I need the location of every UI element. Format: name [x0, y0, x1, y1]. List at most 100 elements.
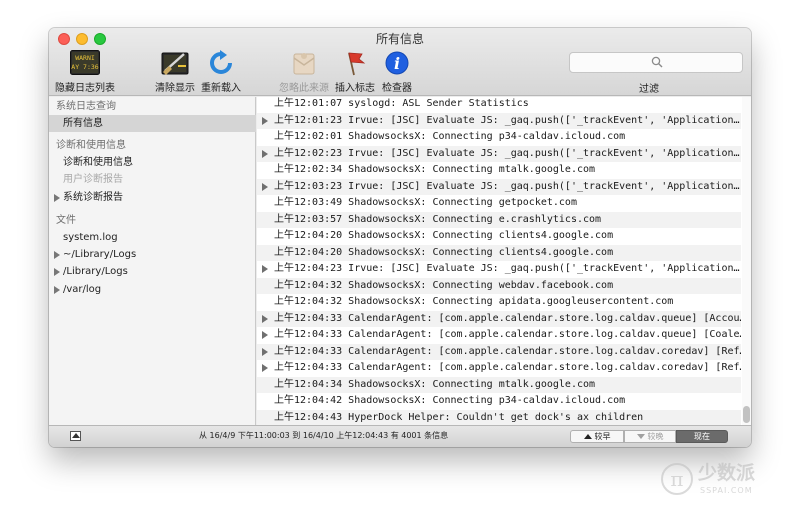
log-message-text: 上午12:01:23 Irvue: [JSC] Evaluate JS: _ga… — [274, 114, 740, 126]
reload-button[interactable]: 重新载入 — [199, 50, 243, 94]
toggle-details-button[interactable] — [70, 431, 81, 441]
log-row[interactable]: 上午12:04:23 Irvue: [JSC] Evaluate JS: _ga… — [257, 261, 741, 278]
log-message-text: 上午12:01:07 syslogd: ASL Sender Statistic… — [274, 98, 529, 109]
log-message-text: 上午12:04:33 CalendarAgent: [com.apple.cal… — [274, 329, 741, 340]
sidebar-item-all-messages[interactable]: 所有信息 — [49, 115, 256, 132]
log-row[interactable]: 上午12:03:57 ShadowsocksX: Connecting e.cr… — [257, 211, 741, 228]
sidebar-item-system-diagnostic-reports[interactable]: 系统诊断报告 — [49, 189, 256, 206]
log-message-text: 上午12:03:23 Irvue: [JSC] Evaluate JS: _ga… — [274, 180, 740, 192]
clear-display-label: 清除显示 — [155, 83, 195, 94]
log-message-text: 上午12:04:33 CalendarAgent: [com.apple.cal… — [274, 362, 741, 373]
log-message-text: 上午12:04:20 ShadowsocksX: Connecting clie… — [274, 230, 614, 241]
log-row[interactable]: 上午12:04:42 ShadowsocksX: Connecting p34-… — [257, 393, 741, 410]
sidebar-item-label: /var/log — [63, 284, 102, 295]
ignore-sender-button[interactable]: 忽略此来源 — [278, 50, 330, 94]
disclosure-triangle-icon[interactable] — [54, 268, 60, 276]
sidebar-item-user-diagnostic-reports[interactable]: 用户诊断报告 — [49, 171, 256, 188]
log-message-text: 上午12:02:01 ShadowsocksX: Connecting p34-… — [274, 131, 626, 142]
console-log-icon: WARNI AY 7:36 — [70, 50, 100, 76]
later-button[interactable]: 较晚 — [624, 430, 676, 443]
status-bar: 从 16/4/9 下午11:00:03 到 16/4/10 上午12:04:43… — [49, 425, 751, 447]
disclosure-triangle-icon[interactable] — [54, 286, 60, 294]
disclosure-triangle-icon[interactable] — [262, 364, 268, 372]
svg-text:π: π — [670, 467, 683, 491]
earlier-button[interactable]: 较早 — [570, 430, 624, 443]
log-row[interactable]: 上午12:01:07 syslogd: ASL Sender Statistic… — [257, 97, 741, 113]
sidebar-header-files: 文件 — [56, 215, 76, 226]
log-message-text: 上午12:04:33 CalendarAgent: [com.apple.cal… — [274, 345, 741, 357]
log-row[interactable]: 上午12:04:34 ShadowsocksX: Connecting mtal… — [257, 376, 741, 393]
log-row[interactable]: 上午12:04:43 HyperDock Helper: Couldn't ge… — [257, 409, 741, 425]
vertical-scrollbar[interactable] — [742, 97, 751, 425]
log-message-text: 上午12:02:23 Irvue: [JSC] Evaluate JS: _ga… — [274, 147, 740, 159]
disclosure-triangle-icon[interactable] — [54, 194, 60, 202]
log-message-text: 上午12:04:23 Irvue: [JSC] Evaluate JS: _ga… — [274, 263, 740, 274]
now-button[interactable]: 现在 — [676, 430, 728, 443]
insert-marker-button[interactable]: 插入标志 — [333, 50, 377, 94]
log-message-text: 上午12:04:32 ShadowsocksX: Connecting apid… — [274, 296, 674, 307]
arrow-down-icon — [636, 434, 645, 439]
insert-marker-label: 插入标志 — [335, 83, 375, 94]
sidebar-item-library-logs[interactable]: /Library/Logs — [49, 263, 256, 280]
disclosure-triangle-icon[interactable] — [262, 314, 268, 323]
disclosure-triangle-icon[interactable] — [262, 331, 268, 339]
disclosure-triangle-icon[interactable] — [262, 265, 268, 273]
log-message-list[interactable]: 上午12:01:07 syslogd: ASL Sender Statistic… — [257, 97, 751, 425]
clear-display-button[interactable]: 清除显示 — [153, 50, 197, 94]
filter-label: 过滤 — [639, 84, 659, 95]
log-row[interactable]: 上午12:02:01 ShadowsocksX: Connecting p34-… — [257, 129, 741, 146]
log-message-text: 上午12:04:34 ShadowsocksX: Connecting mtal… — [274, 378, 596, 390]
disclosure-triangle-icon[interactable] — [262, 116, 268, 125]
log-row[interactable]: 上午12:03:49 ShadowsocksX: Connecting getp… — [257, 195, 741, 212]
log-row[interactable]: 上午12:04:20 ShadowsocksX: Connecting clie… — [257, 244, 741, 261]
hide-log-list-button[interactable]: WARNI AY 7:36 隐藏日志列表 — [55, 50, 115, 94]
sidebar-item-var-log[interactable]: /var/log — [49, 281, 256, 298]
search-icon — [651, 56, 663, 68]
disclosure-triangle-icon[interactable] — [262, 182, 268, 191]
log-row[interactable]: 上午12:04:20 ShadowsocksX: Connecting clie… — [257, 228, 741, 245]
log-row[interactable]: 上午12:04:32 ShadowsocksX: Connecting webd… — [257, 277, 741, 294]
window-title: 所有信息 — [375, 32, 424, 46]
log-row[interactable]: 上午12:04:33 CalendarAgent: [com.apple.cal… — [257, 360, 741, 377]
log-row[interactable]: 上午12:04:33 CalendarAgent: [com.apple.cal… — [257, 310, 741, 327]
disclosure-triangle-icon[interactable] — [262, 149, 268, 158]
sidebar-header-diagnostic-usage: 诊断和使用信息 — [56, 140, 126, 151]
log-row[interactable]: 上午12:04:33 CalendarAgent: [com.apple.cal… — [257, 343, 741, 360]
info-icon: i — [382, 50, 412, 76]
log-message-text: 上午12:02:34 ShadowsocksX: Connecting mtal… — [274, 164, 596, 175]
log-row[interactable]: 上午12:04:32 ShadowsocksX: Connecting apid… — [257, 294, 741, 311]
eject-triangle-icon — [72, 433, 80, 438]
later-label: 较晚 — [647, 432, 664, 441]
sidebar: 系统日志查询 所有信息 诊断和使用信息 诊断和使用信息 用户诊断报告 系统诊断报… — [49, 97, 256, 425]
log-row[interactable]: 上午12:04:33 CalendarAgent: [com.apple.cal… — [257, 327, 741, 344]
flag-icon — [340, 50, 370, 76]
sidebar-item-diagnostic-usage[interactable]: 诊断和使用信息 — [49, 154, 256, 171]
sidebar-item-label: ~/Library/Logs — [63, 249, 137, 260]
log-row[interactable]: 上午12:02:23 Irvue: [JSC] Evaluate JS: _ga… — [257, 145, 741, 162]
filter-search-input[interactable] — [569, 52, 743, 73]
reload-label: 重新载入 — [201, 83, 241, 94]
broom-clear-icon — [160, 50, 190, 76]
pi-logo-icon: π — [661, 463, 693, 495]
log-message-text: 上午12:03:49 ShadowsocksX: Connecting getp… — [274, 197, 577, 208]
log-message-text: 上午12:04:42 ShadowsocksX: Connecting p34-… — [274, 395, 626, 406]
sspai-watermark: π 少数派 SSPAI.COM — [660, 458, 785, 500]
log-message-text: 上午12:04:33 CalendarAgent: [com.apple.cal… — [274, 312, 741, 324]
svg-text:WARNI: WARNI — [75, 54, 95, 62]
disclosure-triangle-icon[interactable] — [54, 251, 60, 259]
toolbar: 所有信息 WARNI AY 7:36 隐藏日志列表 清除显示 重新载入 忽略此来… — [49, 28, 751, 96]
scrollbar-thumb[interactable] — [743, 406, 750, 423]
sidebar-header-system-log-queries: 系统日志查询 — [56, 101, 116, 112]
earlier-label: 较早 — [594, 432, 611, 441]
sidebar-item-user-library-logs[interactable]: ~/Library/Logs — [49, 246, 256, 263]
arrow-up-icon — [583, 434, 592, 439]
log-row[interactable]: 上午12:03:23 Irvue: [JSC] Evaluate JS: _ga… — [257, 178, 741, 195]
disclosure-triangle-icon[interactable] — [262, 347, 268, 356]
svg-text:i: i — [394, 54, 400, 73]
sidebar-item-system-log[interactable]: system.log — [49, 229, 256, 246]
sidebar-item-label: 系统诊断报告 — [63, 192, 123, 203]
inspector-button[interactable]: i 检查器 — [377, 50, 417, 94]
log-row[interactable]: 上午12:01:23 Irvue: [JSC] Evaluate JS: _ga… — [257, 112, 741, 129]
console-window: 所有信息 WARNI AY 7:36 隐藏日志列表 清除显示 重新载入 忽略此来… — [49, 28, 751, 447]
log-row[interactable]: 上午12:02:34 ShadowsocksX: Connecting mtal… — [257, 162, 741, 179]
